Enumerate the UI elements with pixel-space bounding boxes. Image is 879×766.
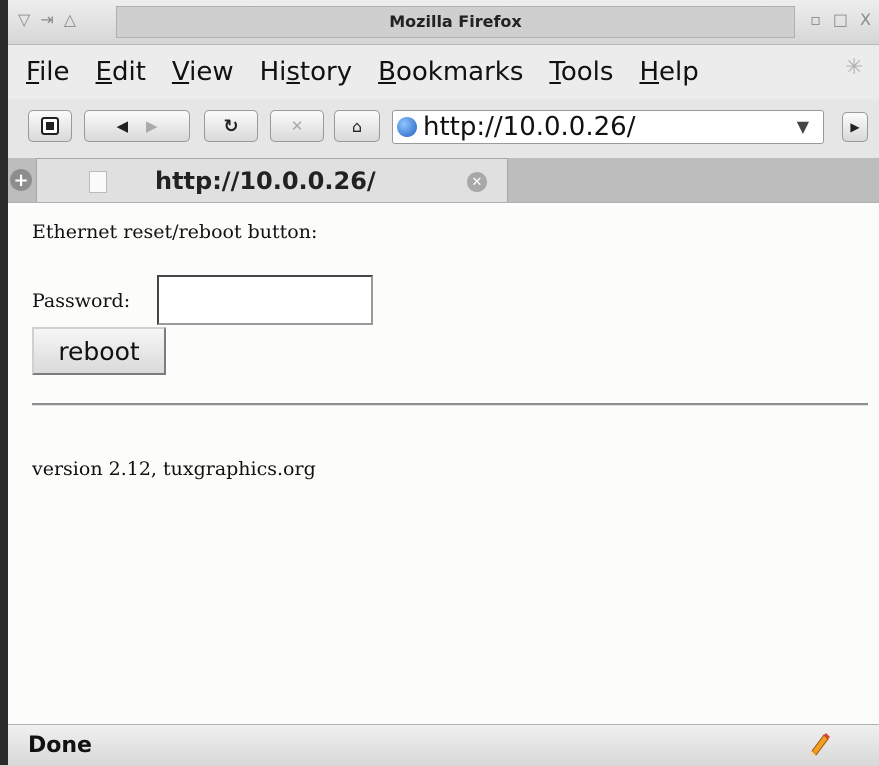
reload-icon: ↻ (223, 115, 239, 137)
tab-label: http://10.0.0.26/ (155, 167, 376, 195)
reload-button[interactable]: ↻ (204, 110, 258, 142)
window-shade-icon[interactable]: △ (64, 10, 76, 29)
menu-file-rest: ile (39, 57, 70, 87)
menu-tools-mnemonic: T (549, 57, 561, 87)
stop-icon: ✕ (290, 117, 304, 135)
menu-tools[interactable]: Tools (549, 57, 613, 87)
page-content: Ethernet reset/reboot button: Password: … (8, 202, 879, 725)
divider (32, 403, 868, 406)
menu-edit-mnemonic: E (95, 57, 112, 87)
window-menu-icon[interactable]: ▽ (18, 10, 30, 29)
title-bar: ▽ ⇥ △ Mozilla Firefox ▫ □ X (8, 0, 879, 45)
reboot-button[interactable]: reboot (32, 327, 166, 375)
back-forward-button[interactable]: ◀ ▶ (84, 110, 190, 142)
page-icon (89, 171, 107, 193)
menu-view-mnemonic: V (171, 57, 190, 87)
menu-bookmarks-rest: ookmarks (395, 57, 524, 87)
menu-file[interactable]: File (26, 57, 70, 87)
url-text[interactable]: http://10.0.0.26/ (423, 112, 635, 142)
site-globe-icon (397, 117, 417, 137)
menu-help-mnemonic: H (639, 57, 660, 87)
plus-icon: + (10, 169, 32, 191)
back-icon[interactable]: ◀ (116, 117, 128, 135)
go-icon: ▶ (850, 120, 860, 134)
status-text: Done (28, 733, 92, 758)
url-dropdown-icon[interactable]: ▼ (797, 117, 809, 136)
tab-bar: + http://10.0.0.26/ ✕ (8, 158, 879, 202)
home-button[interactable]: ⌂ (334, 110, 380, 142)
password-label: Password: (32, 290, 131, 312)
menu-file-mnemonic: F (26, 57, 40, 87)
maximize-icon[interactable]: □ (833, 10, 848, 29)
page-heading: Ethernet reset/reboot button: (32, 221, 318, 243)
menu-history-mnemonic: s (286, 57, 300, 87)
go-button[interactable]: ▶ (842, 112, 868, 142)
menu-edit-rest: dit (111, 57, 146, 87)
add-tab-button[interactable]: + (8, 160, 34, 200)
tab-current[interactable]: http://10.0.0.26/ ✕ (36, 158, 508, 202)
close-icon[interactable]: X (860, 10, 871, 29)
password-field[interactable] (157, 275, 373, 325)
minimize-icon[interactable]: ▫ (810, 10, 821, 29)
new-tab-icon (41, 117, 59, 135)
new-tab-icon-button[interactable] (28, 110, 72, 142)
url-bar[interactable]: http://10.0.0.26/ ▼ (392, 110, 824, 144)
pencil-icon (810, 733, 830, 756)
window-sticky-icon[interactable]: ⇥ (40, 10, 53, 29)
window-title: Mozilla Firefox (116, 6, 795, 38)
menu-view-rest: iew (189, 57, 234, 87)
menu-bookmarks-mnemonic: B (378, 57, 396, 87)
forward-icon[interactable]: ▶ (146, 117, 158, 135)
navigation-toolbar: ◀ ▶ ↻ ✕ ⌂ http://10.0.0.26/ ▼ ▶ (8, 100, 879, 158)
tab-close-icon[interactable]: ✕ (467, 172, 487, 192)
status-bar: Done (8, 724, 879, 766)
menu-history[interactable]: History (260, 57, 353, 87)
menu-history-rest: tory (299, 57, 353, 87)
home-icon: ⌂ (351, 116, 363, 136)
throbber-icon: ✳ (845, 55, 864, 80)
menu-help[interactable]: Help (639, 57, 698, 87)
window-left-controls: ▽ ⇥ △ (18, 10, 76, 29)
menu-edit[interactable]: Edit (96, 57, 146, 87)
window-right-controls: ▫ □ X (810, 10, 871, 29)
menu-help-rest: elp (659, 57, 699, 87)
stop-button[interactable]: ✕ (270, 110, 324, 142)
menu-bookmarks[interactable]: Bookmarks (378, 57, 523, 87)
version-text: version 2.12, tuxgraphics.org (32, 458, 316, 480)
menu-history-pre: Hi (259, 57, 287, 87)
menu-view[interactable]: View (172, 57, 234, 87)
browser-window: ▽ ⇥ △ Mozilla Firefox ▫ □ X File Edit Vi… (0, 0, 879, 766)
menu-bar: File Edit View History Bookmarks Tools H… (8, 45, 879, 99)
menu-tools-rest: ools (560, 57, 614, 87)
